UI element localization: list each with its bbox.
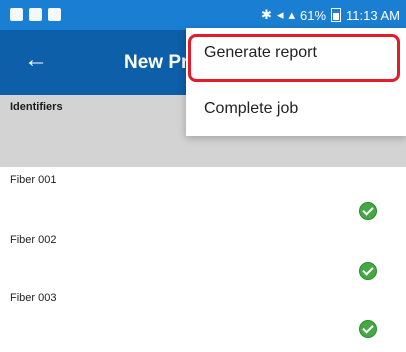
battery-icon	[331, 8, 342, 22]
clock: 11:13 AM	[346, 7, 400, 23]
fiber-label: Fiber 002	[10, 234, 57, 246]
battery-percent: 61%	[300, 7, 327, 23]
notification-icon	[29, 8, 42, 21]
highlight-box	[188, 34, 400, 82]
notification-icon	[48, 8, 61, 21]
notification-icons	[10, 8, 61, 21]
page-title: New Pr	[124, 52, 189, 73]
signal-icon: ▴	[288, 7, 295, 22]
mute-icon: ◂	[276, 7, 284, 22]
bluetooth-icon: ✱	[261, 7, 272, 22]
identifiers-header: Identifiers	[10, 101, 63, 113]
list-item[interactable]: Fiber 002	[0, 234, 406, 294]
check-circle-icon	[359, 202, 377, 220]
menu-item-complete-job[interactable]: Complete job	[204, 100, 298, 118]
list-item[interactable]: Fiber 003	[0, 292, 406, 352]
fiber-label: Fiber 003	[10, 292, 57, 304]
check-circle-icon	[359, 320, 377, 338]
list-item[interactable]: Fiber 001	[0, 174, 406, 234]
arrow-left-icon[interactable]: ←	[24, 48, 48, 72]
status-indicators: ✱ ◂ ▴ 61% 11:13 AM	[261, 7, 400, 23]
check-circle-icon	[359, 262, 377, 280]
fiber-label: Fiber 001	[10, 174, 57, 186]
status-bar: ✱ ◂ ▴ 61% 11:13 AM	[0, 0, 406, 30]
notification-icon	[10, 8, 23, 21]
